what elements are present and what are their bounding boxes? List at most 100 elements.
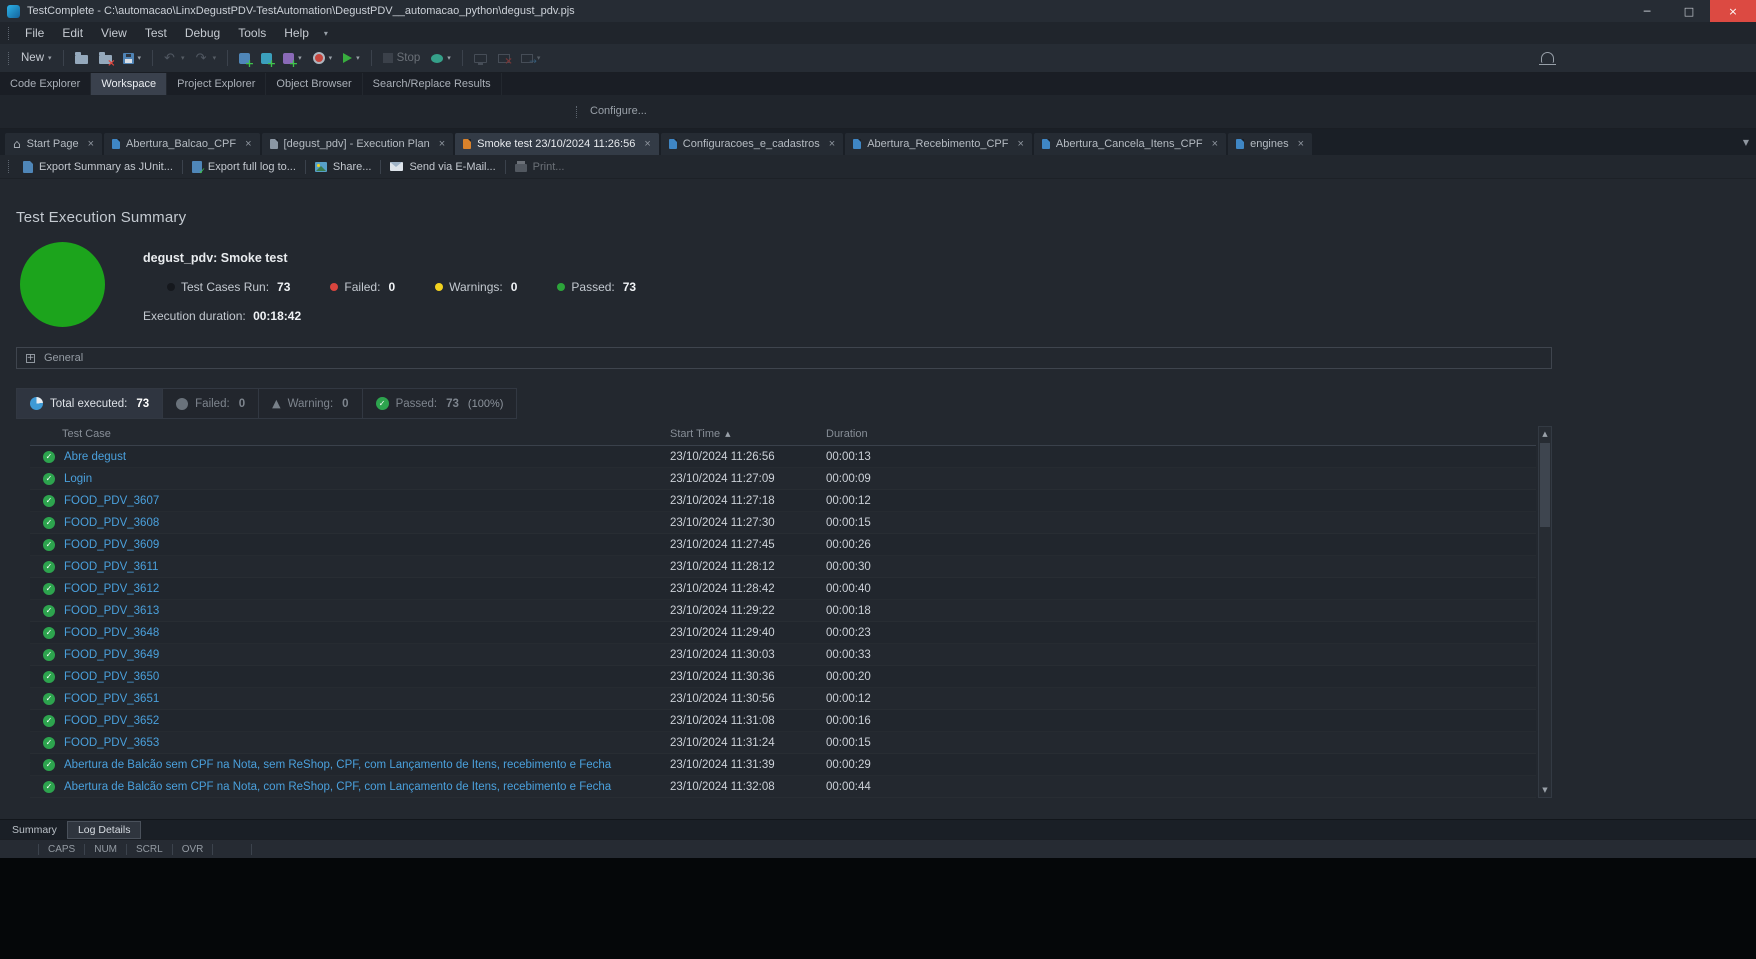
save-button[interactable]: ▾ (118, 47, 147, 69)
redo-button-dropdown-icon[interactable]: ▾ (213, 54, 217, 62)
export-export-summary-as-junit[interactable]: Export Summary as JUnit... (16, 161, 180, 173)
test-case-link[interactable]: FOOD_PDV_3607 (64, 495, 159, 507)
column-header-duration[interactable]: Duration (826, 428, 1536, 440)
test-case-link[interactable]: Abre degust (64, 451, 126, 463)
configure-link[interactable]: Configure... (590, 105, 647, 117)
panel-tab-code-explorer[interactable]: Code Explorer (0, 73, 91, 95)
menu-view[interactable]: View (92, 22, 136, 44)
record-test-button-dropdown-icon[interactable]: ▾ (329, 54, 333, 62)
menu-edit[interactable]: Edit (53, 22, 92, 44)
doc-tab-abertura-balcao-cpf[interactable]: Abertura_Balcao_CPF× (104, 133, 260, 155)
doc-tab-start-page[interactable]: ⌂Start Page× (5, 133, 102, 155)
close-tab-icon[interactable]: × (1298, 139, 1304, 150)
run-project-button-dropdown-icon[interactable]: ▾ (356, 54, 360, 62)
test-case-link[interactable]: Abertura de Balcão sem CPF na Nota, sem … (64, 759, 611, 771)
test-case-link[interactable]: FOOD_PDV_3611 (64, 561, 158, 573)
filter-tab-passed[interactable]: ✓Passed:73(100%) (362, 388, 518, 419)
log-tab-summary[interactable]: Summary (2, 820, 67, 840)
add-project-item-button[interactable] (256, 47, 277, 69)
doc-tab-abertura-cancela-itens-cpf[interactable]: Abertura_Cancela_Itens_CPF× (1034, 133, 1226, 155)
close-tab-icon[interactable]: × (88, 139, 94, 150)
doc-tab-configuracoes-e-cadastros[interactable]: Configuracoes_e_cadastros× (661, 133, 843, 155)
scrollbar-thumb[interactable] (1540, 443, 1550, 527)
notifications-bell-icon[interactable] (1541, 52, 1554, 63)
table-row[interactable]: ✓FOOD_PDV_360723/10/2024 11:27:1800:00:1… (30, 490, 1536, 512)
column-header-test-case[interactable]: Test Case (30, 428, 670, 440)
open-file-button[interactable] (70, 47, 93, 69)
close-tab-icon[interactable]: × (644, 139, 650, 150)
table-row[interactable]: ✓FOOD_PDV_364923/10/2024 11:30:0300:00:3… (30, 644, 1536, 666)
table-scrollbar[interactable]: ▲ ▼ (1538, 426, 1552, 798)
new-button[interactable]: New▾ (16, 47, 57, 69)
table-row[interactable]: ✓FOOD_PDV_365223/10/2024 11:31:0800:00:1… (30, 710, 1536, 732)
menu-help[interactable]: Help (275, 22, 318, 44)
export-send-via-e-mail[interactable]: Send via E-Mail... (383, 161, 502, 173)
menu-file[interactable]: File (16, 22, 53, 44)
test-case-link[interactable]: FOOD_PDV_3653 (64, 737, 159, 749)
close-tab-icon[interactable]: × (1212, 139, 1218, 150)
test-case-link[interactable]: FOOD_PDV_3649 (64, 649, 159, 661)
titlebar[interactable]: TestComplete - C:\automacao\LinxDegustPD… (0, 0, 1756, 22)
panel-tab-object-browser[interactable]: Object Browser (266, 73, 362, 95)
close-tab-icon[interactable]: × (439, 139, 445, 150)
run-project-button[interactable]: ▾ (338, 47, 365, 69)
table-row[interactable]: ✓Abertura de Balcão sem CPF na Nota, sem… (30, 754, 1536, 776)
panel-tab-project-explorer[interactable]: Project Explorer (167, 73, 266, 95)
menubar-chevron-icon[interactable]: ▾ (324, 29, 328, 38)
scroll-up-icon[interactable]: ▲ (1542, 430, 1547, 438)
new-button-dropdown-icon[interactable]: ▾ (48, 54, 52, 62)
close-tab-icon[interactable]: × (245, 139, 251, 150)
table-row[interactable]: ✓FOOD_PDV_361223/10/2024 11:28:4200:00:4… (30, 578, 1536, 600)
doc-tab-engines[interactable]: engines× (1228, 133, 1312, 155)
doc-tab-degust-pdv-execution-plan[interactable]: [degust_pdv] - Execution Plan× (262, 133, 454, 155)
filter-tab-warning[interactable]: ▲Warning:0 (258, 388, 361, 419)
log-tab-log-details[interactable]: Log Details (67, 821, 142, 839)
menu-debug[interactable]: Debug (176, 22, 229, 44)
table-row[interactable]: ✓FOOD_PDV_365123/10/2024 11:30:5600:00:1… (30, 688, 1536, 710)
window-list-button-dropdown-icon[interactable]: ▾ (537, 54, 541, 62)
maximize-button[interactable]: □ (1668, 0, 1710, 22)
add-new-item-button-dropdown-icon[interactable]: ▾ (298, 54, 302, 62)
close-tab-icon[interactable]: × (829, 139, 835, 150)
table-row[interactable]: ✓Login23/10/2024 11:27:0900:00:09 (30, 468, 1536, 490)
column-header-start-time[interactable]: Start Time▲ (670, 428, 826, 440)
table-row[interactable]: ✓FOOD_PDV_361323/10/2024 11:29:2200:00:1… (30, 600, 1536, 622)
panel-tab-search-replace-results[interactable]: Search/Replace Results (363, 73, 502, 95)
test-case-link[interactable]: FOOD_PDV_3608 (64, 517, 159, 529)
tab-overflow-icon[interactable]: ▼ (1743, 138, 1749, 147)
table-row[interactable]: ✓FOOD_PDV_364823/10/2024 11:29:4000:00:2… (30, 622, 1536, 644)
menubar-grip[interactable] (8, 27, 9, 40)
close-tab-icon[interactable]: × (1017, 139, 1023, 150)
close-button[interactable]: × (1710, 0, 1756, 22)
menu-test[interactable]: Test (136, 22, 176, 44)
add-new-item-button[interactable]: ▾ (278, 47, 307, 69)
export-export-full-log-to[interactable]: Export full log to... (185, 161, 303, 173)
table-row[interactable]: ✓FOOD_PDV_360923/10/2024 11:27:4500:00:2… (30, 534, 1536, 556)
close-project-button[interactable] (94, 47, 117, 69)
table-row[interactable]: ✓FOOD_PDV_365323/10/2024 11:31:2400:00:1… (30, 732, 1536, 754)
add-project-button[interactable] (234, 47, 255, 69)
test-case-link[interactable]: FOOD_PDV_3652 (64, 715, 159, 727)
test-case-link[interactable]: FOOD_PDV_3613 (64, 605, 159, 617)
scroll-down-icon[interactable]: ▼ (1542, 786, 1547, 794)
toolbar-grip[interactable] (8, 52, 9, 65)
test-case-link[interactable]: Login (64, 473, 92, 485)
table-row[interactable]: ✓FOOD_PDV_361123/10/2024 11:28:1200:00:3… (30, 556, 1536, 578)
doc-tab-abertura-recebimento-cpf[interactable]: Abertura_Recebimento_CPF× (845, 133, 1032, 155)
save-button-dropdown-icon[interactable]: ▾ (138, 54, 142, 62)
test-case-link[interactable]: FOOD_PDV_3651 (64, 693, 159, 705)
test-case-link[interactable]: Abertura de Balcão sem CPF na Nota, com … (64, 781, 611, 793)
table-row[interactable]: ✓FOOD_PDV_360823/10/2024 11:27:3000:00:1… (30, 512, 1536, 534)
general-section-header[interactable]: + General (16, 347, 1552, 369)
expand-icon[interactable]: + (26, 354, 35, 363)
table-row[interactable]: ✓Abre degust23/10/2024 11:26:5600:00:13 (30, 446, 1536, 468)
test-case-link[interactable]: FOOD_PDV_3648 (64, 627, 159, 639)
debug-button-dropdown-icon[interactable]: ▾ (447, 54, 451, 62)
test-case-link[interactable]: FOOD_PDV_3650 (64, 671, 159, 683)
filter-tab-total-executed[interactable]: Total executed:73 (16, 388, 162, 419)
filter-tab-failed[interactable]: Failed:0 (162, 388, 258, 419)
export-share[interactable]: Share... (308, 161, 379, 173)
configure-grip[interactable] (576, 106, 577, 118)
table-row[interactable]: ✓FOOD_PDV_365023/10/2024 11:30:3600:00:2… (30, 666, 1536, 688)
table-row[interactable]: ✓Abertura de Balcão sem CPF na Nota, com… (30, 776, 1536, 798)
